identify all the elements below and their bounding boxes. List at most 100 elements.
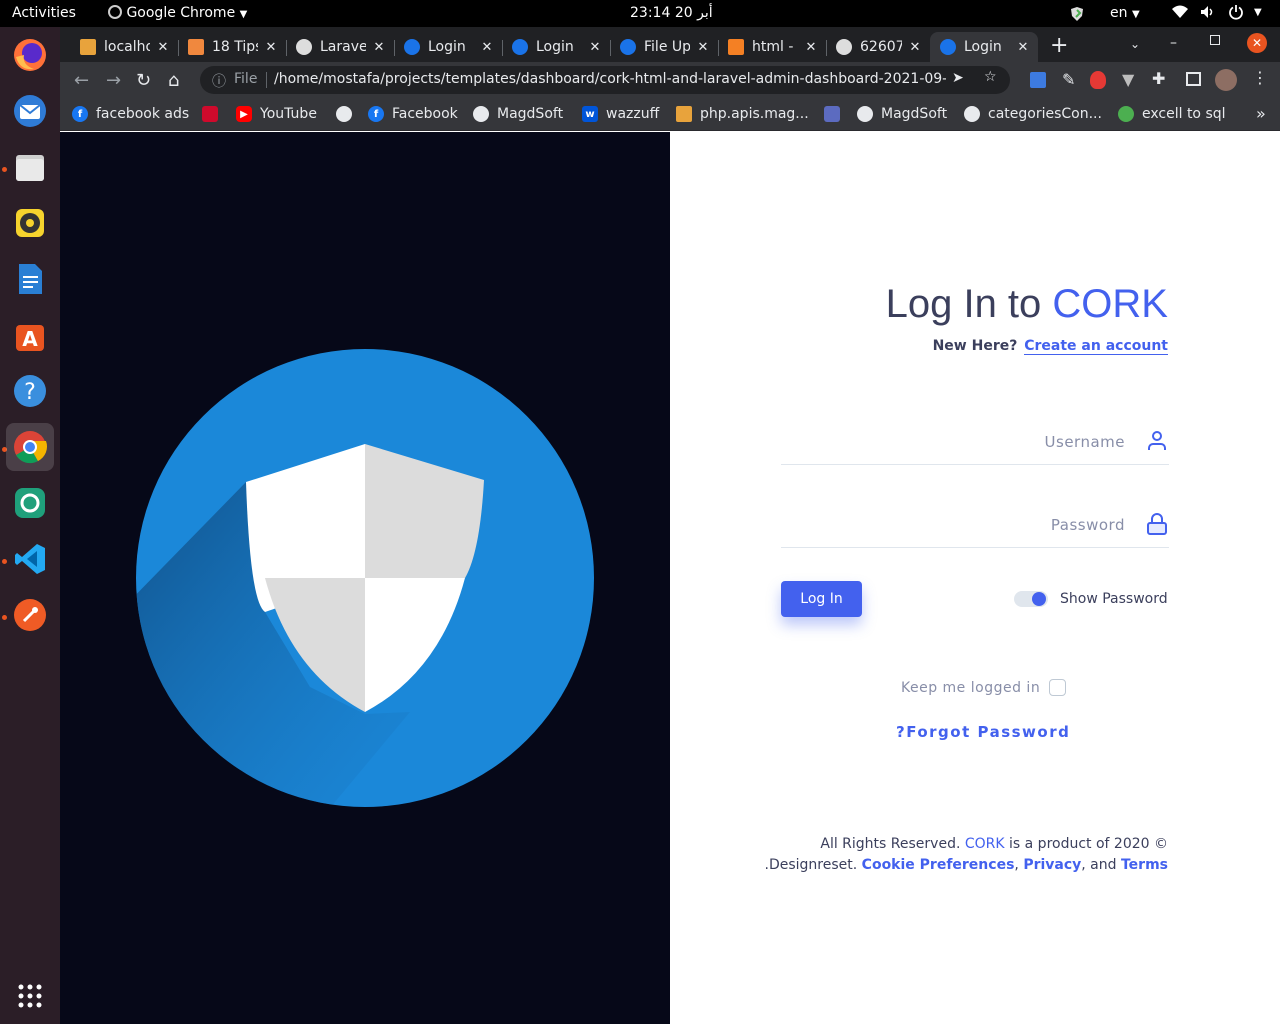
profile-avatar[interactable]: [1215, 69, 1237, 91]
create-account-link[interactable]: Create an account: [1024, 338, 1168, 355]
bookmark-item[interactable]: [202, 104, 226, 124]
extension-pen-icon[interactable]: [1030, 72, 1046, 88]
software-launcher[interactable]: A: [6, 311, 54, 359]
browser-tab[interactable]: Login ✕: [394, 32, 502, 62]
bookmark-item[interactable]: categoriesCon...: [964, 104, 1102, 124]
browser-tab[interactable]: Laravel ✕: [286, 32, 394, 62]
tab-favicon-icon: [188, 39, 204, 55]
footer-brand-link[interactable]: CORK: [965, 836, 1005, 852]
close-tab-icon[interactable]: ✕: [1014, 40, 1032, 55]
bookmark-star-icon[interactable]: ☆: [984, 69, 997, 85]
cone-icon: [676, 106, 692, 122]
bookmark-item[interactable]: excell to sql: [1118, 104, 1226, 124]
writer-launcher[interactable]: [6, 255, 54, 303]
close-tab-icon[interactable]: ✕: [262, 40, 280, 55]
bookmark-item[interactable]: w wazzuff: [582, 104, 659, 124]
bookmark-item[interactable]: f Facebook: [368, 104, 458, 124]
tab-search-icon[interactable]: ⌄: [1130, 37, 1140, 51]
reading-mode-icon[interactable]: [1186, 72, 1201, 86]
url-text[interactable]: /home/mostafa/projects/templates/dashboa…: [274, 71, 946, 87]
browser-tab[interactable]: File Up ✕: [610, 32, 718, 62]
maximize-icon[interactable]: [1210, 35, 1220, 45]
vscode-launcher[interactable]: [6, 535, 54, 583]
info-icon[interactable]: ⓘ: [212, 71, 226, 91]
beekeeper-launcher[interactable]: [6, 479, 54, 527]
extension-pencil-icon[interactable]: ✎: [1062, 70, 1075, 89]
browser-tab-active[interactable]: Login ✕: [930, 32, 1038, 62]
close-tab-icon[interactable]: ✕: [586, 40, 604, 55]
software-store-icon: A: [16, 325, 44, 351]
browser-toolbar: ← → ↻ ⌂ ⓘ File /home/mostafa/projects/te…: [60, 62, 1280, 98]
extensions-puzzle-icon[interactable]: ✚: [1152, 69, 1165, 88]
send-icon[interactable]: ➤: [952, 70, 964, 86]
firefox-launcher[interactable]: [6, 31, 54, 79]
power-icon[interactable]: [1228, 4, 1244, 24]
folder-icon: [16, 155, 44, 181]
bookmark-item[interactable]: MagdSoft: [857, 104, 947, 124]
bookmark-item[interactable]: MagdSoft: [473, 104, 563, 124]
close-tab-icon[interactable]: ✕: [906, 40, 924, 55]
username-field[interactable]: Username: [781, 425, 1169, 465]
chrome-small-icon: [108, 5, 122, 19]
chevron-down-icon: ▼: [239, 9, 248, 20]
chevron-down-icon[interactable]: ▼: [1254, 7, 1262, 18]
back-icon[interactable]: ←: [74, 70, 89, 91]
menu-kebab-icon[interactable]: ⋮: [1252, 68, 1268, 87]
close-tab-icon[interactable]: ✕: [694, 40, 712, 55]
close-tab-icon[interactable]: ✕: [802, 40, 820, 55]
close-tab-icon[interactable]: ✕: [370, 40, 388, 55]
browser-tab[interactable]: localhost ✕: [70, 32, 178, 62]
minimize-icon[interactable]: –: [1170, 35, 1177, 51]
bookmark-item[interactable]: f facebook ads: [72, 104, 189, 124]
password-field[interactable]: Password: [781, 508, 1169, 548]
postman-launcher[interactable]: [6, 591, 54, 639]
forward-icon[interactable]: →: [106, 70, 121, 91]
tab-favicon-icon: [620, 39, 636, 55]
wifi-icon[interactable]: [1172, 5, 1188, 23]
forgot-password-link[interactable]: ?Forgot Password: [896, 723, 1070, 741]
bookmark-item[interactable]: [824, 104, 848, 124]
extension-vue-icon[interactable]: ▼: [1122, 70, 1134, 89]
app-menu[interactable]: Google Chrome ▼: [108, 5, 247, 21]
language-indicator[interactable]: en ▼: [1110, 5, 1140, 21]
help-launcher[interactable]: ?: [6, 367, 54, 415]
new-tab-button[interactable]: +: [1050, 33, 1068, 58]
chrome-launcher[interactable]: [6, 423, 54, 471]
close-window-icon[interactable]: ✕: [1247, 33, 1267, 53]
thunderbird-launcher[interactable]: [6, 87, 54, 135]
terms-link[interactable]: Terms: [1121, 857, 1168, 873]
facebook-icon: f: [368, 106, 384, 122]
svg-text:?: ?: [24, 380, 36, 405]
user-icon: [1148, 431, 1166, 450]
show-apps-button[interactable]: [6, 972, 54, 1020]
login-button[interactable]: Log In: [781, 581, 862, 617]
tab-favicon-icon: [512, 39, 528, 55]
close-tab-icon[interactable]: ✕: [154, 40, 172, 55]
files-launcher[interactable]: [6, 143, 54, 191]
activities-button[interactable]: Activities: [12, 5, 76, 21]
keep-logged-in-checkbox[interactable]: [1049, 679, 1066, 696]
cookie-preferences-link[interactable]: Cookie Preferences: [862, 857, 1015, 873]
shield-status-icon[interactable]: [1070, 6, 1084, 26]
bookmarks-overflow-icon[interactable]: »: [1256, 104, 1266, 123]
address-bar[interactable]: ⓘ File /home/mostafa/projects/templates/…: [200, 66, 1010, 94]
bookmark-item[interactable]: ▶ YouTube: [236, 104, 317, 124]
rhythmbox-launcher[interactable]: [6, 199, 54, 247]
privacy-link[interactable]: Privacy: [1023, 857, 1081, 873]
bookmarks-bar: f facebook ads ▶ YouTube f Facebook Magd…: [60, 98, 1280, 131]
volume-icon[interactable]: [1200, 5, 1216, 23]
home-icon[interactable]: ⌂: [168, 70, 179, 91]
show-password-toggle[interactable]: [1014, 591, 1048, 607]
extension-stop-icon[interactable]: [1090, 71, 1106, 89]
close-tab-icon[interactable]: ✕: [478, 40, 496, 55]
browser-tab[interactable]: 18 Tips ✕: [178, 32, 286, 62]
bookmark-item[interactable]: php.apis.mag...: [676, 104, 809, 124]
browser-tab[interactable]: 62607 ✕: [826, 32, 930, 62]
browser-tab[interactable]: Login ✕: [502, 32, 610, 62]
reload-icon[interactable]: ↻: [136, 70, 151, 91]
browser-tab[interactable]: html - ✕: [718, 32, 826, 62]
tab-favicon-icon: [80, 39, 96, 55]
bookmark-item[interactable]: [336, 104, 360, 124]
clock[interactable]: أبر 20 23:14: [630, 5, 713, 21]
footer: All Rights Reserved. CORK is a product o…: [765, 834, 1168, 876]
